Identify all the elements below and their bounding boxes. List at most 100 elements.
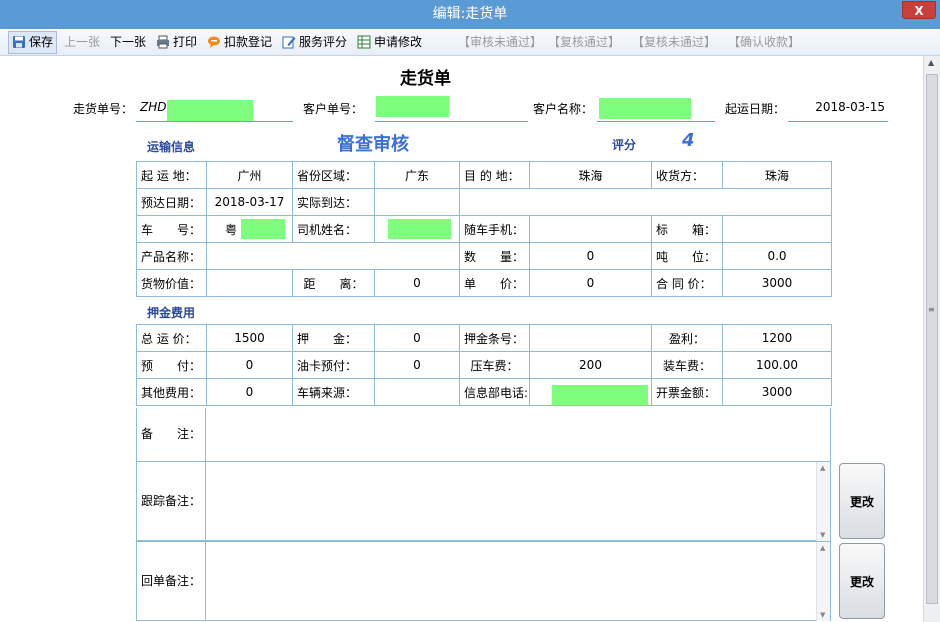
- plate-value: 粤: [225, 222, 238, 237]
- close-button[interactable]: X: [902, 1, 936, 19]
- deduct-register-label: 扣款登记: [224, 35, 273, 49]
- ship-date-field[interactable]: 2018-03-15: [788, 92, 888, 122]
- profit-field[interactable]: 1200: [722, 324, 832, 352]
- loading-fee-field[interactable]: 100.00: [722, 351, 832, 379]
- table-row: 预达日期： 2018-03-17 实际到达：: [136, 188, 832, 216]
- profit-label: 盈利：: [651, 324, 723, 352]
- deposit-slip-label: 押金条号：: [459, 324, 530, 352]
- tonnage-field[interactable]: 0.0: [722, 242, 832, 270]
- destination-field[interactable]: 珠海: [529, 161, 652, 189]
- driver-phone-label: 随车手机：: [459, 215, 530, 243]
- consignee-field[interactable]: 珠海: [722, 161, 832, 189]
- next-button[interactable]: 下一张: [110, 32, 146, 53]
- table-icon: [357, 35, 371, 48]
- distance-label: 距 离：: [292, 269, 375, 297]
- scrollbar[interactable]: ▲ ▼: [816, 542, 830, 621]
- unit-price-field[interactable]: 0: [529, 269, 652, 297]
- recheck-pass-button[interactable]: 【复核通过】: [548, 32, 620, 53]
- info-phone-field[interactable]: [529, 378, 652, 406]
- save-button[interactable]: 保存: [8, 31, 58, 54]
- arrow-down-icon[interactable]: ▼: [820, 611, 825, 619]
- recheck-fail-button[interactable]: 【复核未通过】: [632, 32, 716, 53]
- arrow-down-icon[interactable]: ▼: [820, 531, 825, 539]
- print-button[interactable]: 打印: [156, 32, 197, 53]
- eta-field[interactable]: 2018-03-17: [206, 188, 293, 216]
- driver-name-field[interactable]: [374, 215, 460, 243]
- redaction-block: [388, 219, 451, 239]
- follow-up-label: 跟踪备注：: [137, 462, 206, 541]
- distance-field[interactable]: 0: [374, 269, 460, 297]
- province-field[interactable]: 广东: [374, 161, 460, 189]
- follow-up-textarea[interactable]: [207, 462, 831, 541]
- actual-arrival-field[interactable]: [374, 188, 460, 216]
- total-freight-field[interactable]: 1500: [206, 324, 293, 352]
- toolbar: 保存 上一张 下一张 打印 扣款登记 服务评分 申请修改 【审核未通过】 【复核…: [0, 29, 940, 56]
- deduct-register-button[interactable]: 扣款登记: [207, 32, 272, 53]
- plate-field[interactable]: 粤: [206, 215, 293, 243]
- return-change-button[interactable]: 更改: [839, 543, 885, 619]
- prev-button[interactable]: 上一张: [64, 32, 100, 53]
- quantity-field[interactable]: 0: [529, 242, 652, 270]
- printer-icon: [157, 35, 169, 48]
- follow-up-change-button[interactable]: 更改: [839, 463, 885, 539]
- cargo-value-field[interactable]: [206, 269, 293, 297]
- demurrage-field[interactable]: 200: [529, 351, 652, 379]
- scrollbar-thumb[interactable]: [926, 74, 938, 604]
- confirm-payment-button[interactable]: 【确认收款】: [728, 32, 800, 53]
- floppy-disk-icon: [13, 35, 25, 48]
- transport-table: 起 运 地： 广州 省份区域： 广东 目 的 地： 珠海 收货方： 珠海 预达日…: [136, 161, 832, 297]
- contract-price-field[interactable]: 3000: [722, 269, 832, 297]
- other-fees-field[interactable]: 0: [206, 378, 293, 406]
- table-row: 预 付： 0 油卡预付： 0 压车费： 200 装车费： 100.00: [136, 351, 832, 379]
- form-title: 走货单: [400, 69, 451, 89]
- loading-fee-label: 装车费：: [651, 351, 723, 379]
- waybill-no-value: ZHD: [140, 100, 167, 114]
- product-name-field[interactable]: [206, 242, 460, 270]
- quantity-label: 数 量：: [459, 242, 530, 270]
- invoice-amount-field[interactable]: 3000: [722, 378, 832, 406]
- return-textarea[interactable]: [207, 542, 831, 621]
- table-row: 起 运 地： 广州 省份区域： 广东 目 的 地： 珠海 收货方： 珠海: [136, 161, 832, 189]
- table-row: 其他费用： 0 车辆来源： 信息部电话: 开票金额： 3000: [136, 378, 832, 406]
- empty-cell: [459, 188, 832, 216]
- grip-icon: ≡: [928, 305, 935, 314]
- deposit-slip-field[interactable]: [529, 324, 652, 352]
- apply-edit-button[interactable]: 申请修改: [357, 32, 422, 53]
- origin-label: 起 运 地：: [136, 161, 207, 189]
- window-title: 编辑:走货单: [432, 6, 508, 22]
- redaction-block: [376, 96, 449, 117]
- driver-phone-field[interactable]: [529, 215, 652, 243]
- plate-label: 车 号：: [136, 215, 207, 243]
- window-scrollbar[interactable]: ▲ ≡: [923, 56, 940, 622]
- table-row: 货物价值： 距 离： 0 单 价： 0 合 同 价： 3000: [136, 269, 832, 297]
- arrow-up-icon[interactable]: ▲: [820, 544, 825, 552]
- table-row: 总 运 价： 1500 押 金： 0 押金条号： 盈利： 1200: [136, 324, 832, 352]
- ship-date-label: 起运日期：: [725, 102, 786, 116]
- total-freight-label: 总 运 价：: [136, 324, 207, 352]
- audit-fail-button[interactable]: 【审核未通过】: [458, 32, 542, 53]
- score-value: 4: [682, 130, 695, 151]
- vehicle-source-label: 车辆来源：: [292, 378, 375, 406]
- cargo-value-label: 货物价值：: [136, 269, 207, 297]
- service-rating-button[interactable]: 服务评分: [282, 32, 347, 53]
- deposit-table: 总 运 价： 1500 押 金： 0 押金条号： 盈利： 1200 预 付： 0…: [136, 324, 832, 406]
- follow-up-notes: 跟踪备注： ▲ ▼: [136, 461, 831, 541]
- scrollbar[interactable]: ▲ ▼: [816, 462, 830, 541]
- deposit-field[interactable]: 0: [374, 324, 460, 352]
- arrow-up-icon[interactable]: ▲: [928, 58, 934, 67]
- origin-field[interactable]: 广州: [206, 161, 293, 189]
- redaction-block: [241, 219, 285, 239]
- vehicle-source-field[interactable]: [374, 378, 460, 406]
- province-label: 省份区域：: [292, 161, 375, 189]
- customer-name-label: 客户名称：: [533, 102, 594, 116]
- prepaid-field[interactable]: 0: [206, 351, 293, 379]
- transport-section-title: 运输信息: [147, 140, 196, 154]
- prepaid-label: 预 付：: [136, 351, 207, 379]
- remarks-row: 备 注：: [136, 408, 831, 462]
- arrow-up-icon[interactable]: ▲: [820, 464, 825, 472]
- remarks-field[interactable]: [207, 408, 831, 461]
- return-label: 回单备注：: [137, 542, 206, 621]
- container-field[interactable]: [722, 215, 832, 243]
- fuel-card-field[interactable]: 0: [374, 351, 460, 379]
- speech-bubble-icon: [208, 36, 220, 48]
